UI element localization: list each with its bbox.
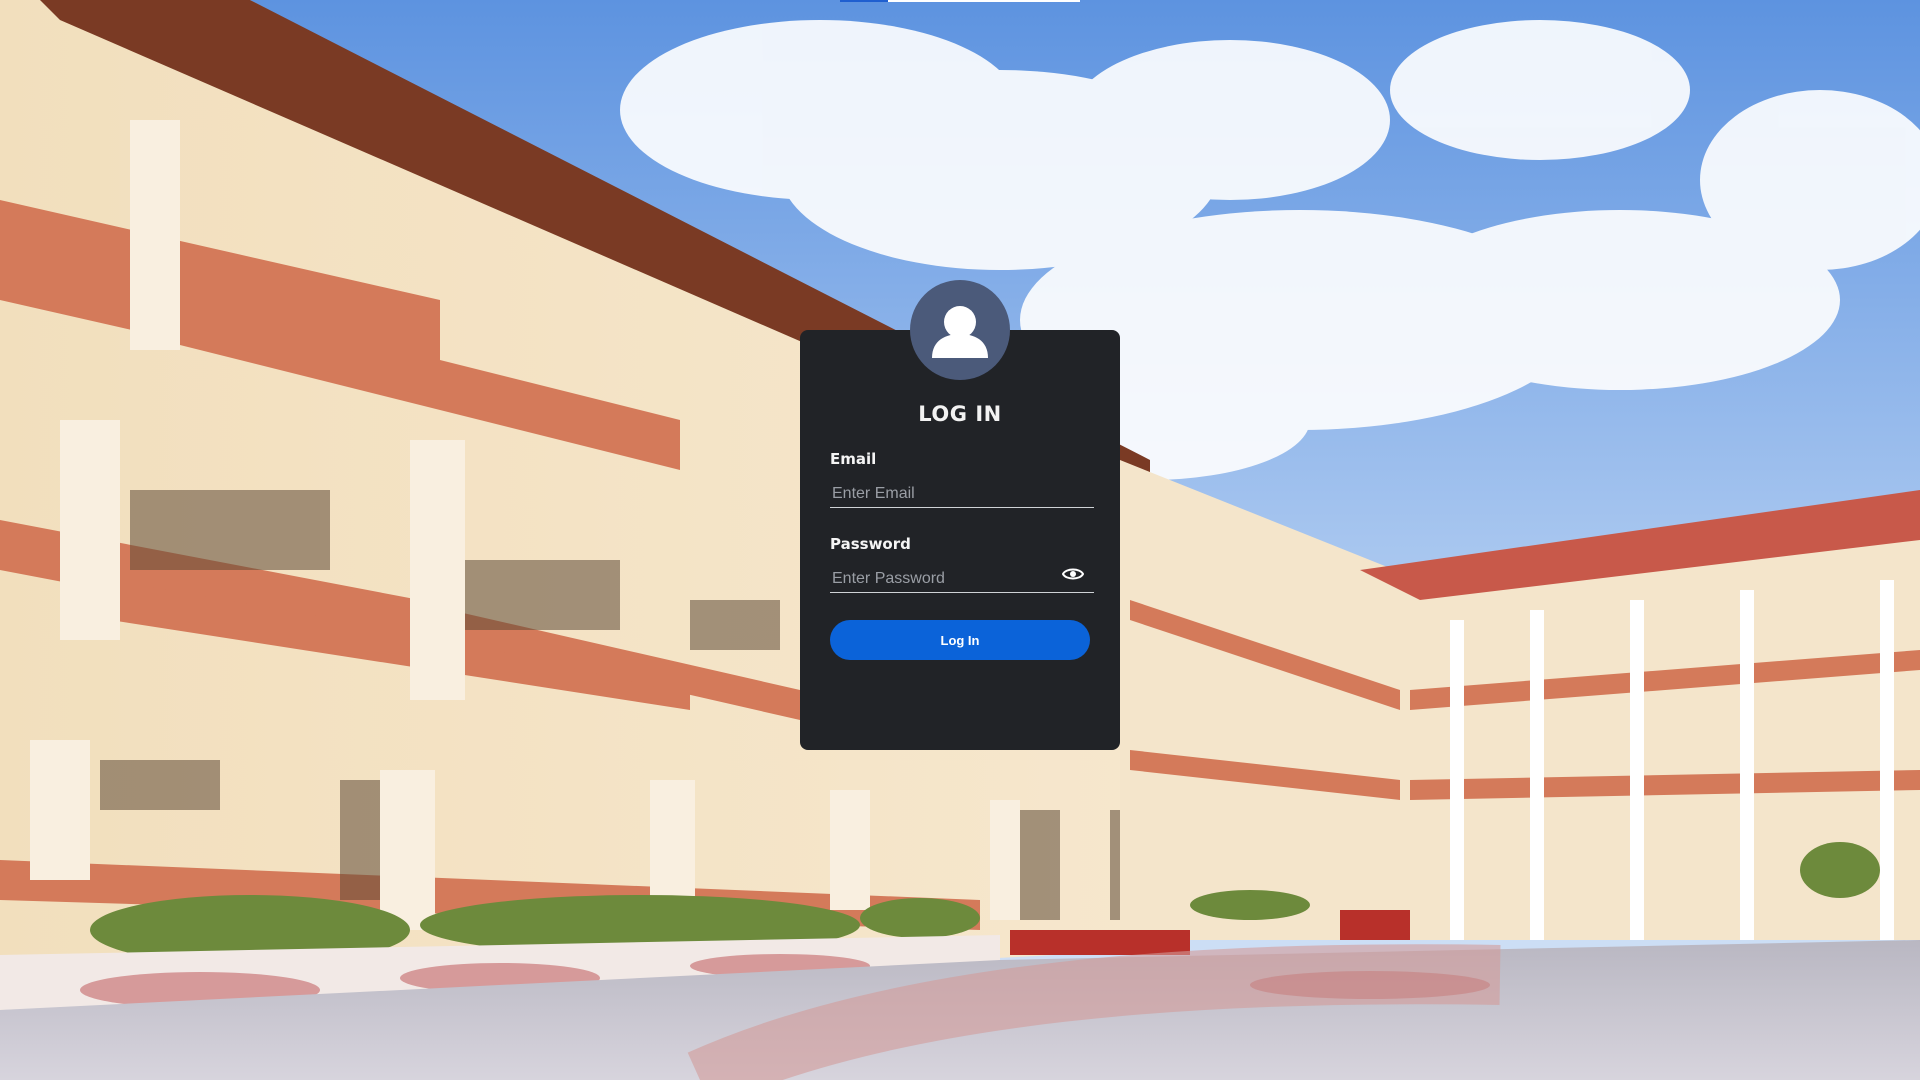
login-title: LOG IN <box>918 402 1002 426</box>
user-silhouette-icon <box>932 306 988 358</box>
top-progress-fill <box>840 0 888 2</box>
password-field[interactable] <box>830 565 1094 593</box>
login-card: LOG IN Email Password Log In <box>800 280 1120 750</box>
user-avatar-icon <box>910 280 1010 380</box>
email-label: Email <box>830 450 877 468</box>
password-label: Password <box>830 535 911 553</box>
login-button[interactable]: Log In <box>830 620 1090 660</box>
login-page: LOG IN Email Password Log In <box>0 0 1920 1080</box>
email-field[interactable] <box>830 480 1094 508</box>
top-progress-bar <box>840 0 1080 2</box>
eye-icon[interactable] <box>1062 566 1084 582</box>
